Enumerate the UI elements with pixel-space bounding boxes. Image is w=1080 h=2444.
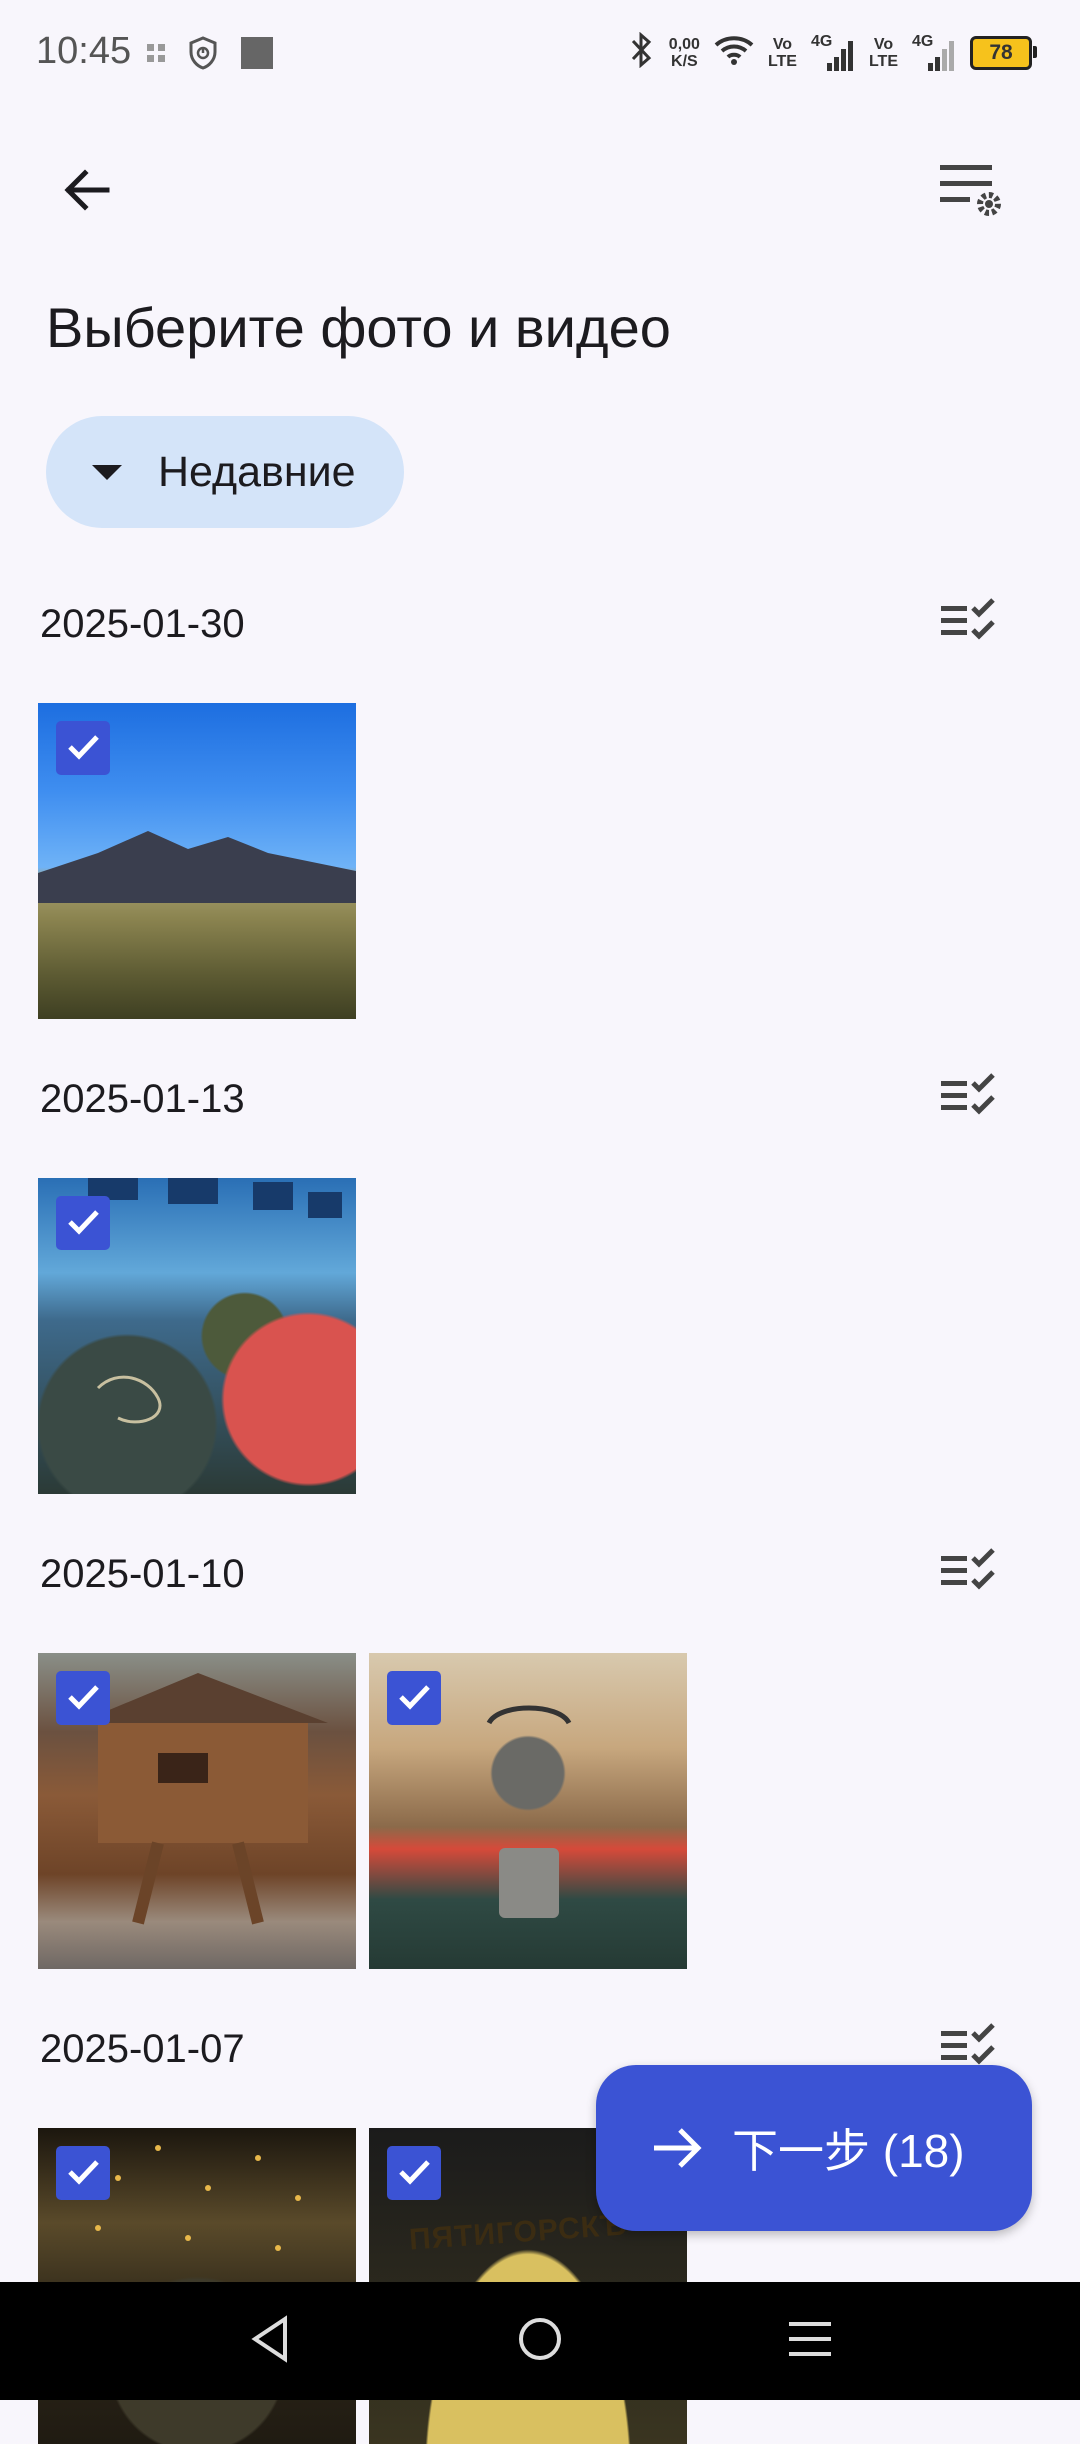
camping-kettle-photo[interactable] [369,1653,687,1969]
arrow-left-icon [59,163,113,222]
date-header: 2025-01-13 [40,1077,245,1121]
album-selector-chip[interactable]: Недавние [46,416,404,528]
photo-checkbox[interactable] [56,2146,110,2200]
menu-icon [787,2316,833,2367]
grid-icon [146,43,166,68]
circle-home-icon [516,2315,564,2368]
sign-text: ПЯТИГОРСКЪ [408,2208,629,2257]
wooden-cabin-photo[interactable] [38,1653,356,1969]
bowling-balls-photo[interactable] [38,1178,356,1494]
page-title: Выберите фото и видео [46,296,671,359]
photo-checkbox[interactable] [56,721,110,775]
filter-settings-button[interactable] [930,150,1014,234]
date-header: 2025-01-07 [40,2027,245,2071]
nav-home-button[interactable] [495,2306,585,2376]
network-speed: 0,00 K/S [668,35,700,70]
checkmark-icon [63,2151,103,2196]
status-bar: 10:45 0,00 K/S Vo LTE 4G Vo LTE 4G 78 [0,0,1080,108]
checklist-icon [939,1072,1001,1124]
list-settings-icon [938,161,1006,224]
checkmark-icon [394,1676,434,1721]
square-icon [240,36,274,75]
signal-icon: 4G [912,33,956,73]
photo-checkbox[interactable] [387,1671,441,1725]
select-all-button[interactable] [930,588,1010,658]
select-all-button[interactable] [930,1538,1010,1608]
volte-indicator-1: Vo LTE [767,35,797,70]
photo-checkbox[interactable] [56,1196,110,1250]
shield-icon [188,36,218,75]
next-step-label: 下一步 (18) [732,2125,965,2177]
battery-level: 78 [989,40,1013,64]
checkmark-icon [63,1201,103,1246]
signal-icon: 4G [811,33,855,73]
back-button[interactable] [44,150,128,234]
arrow-right-icon [650,2123,706,2173]
bluetooth-icon [629,31,655,73]
system-nav-bar [0,2282,1080,2400]
battery-icon: 78 [970,35,1037,70]
photo-checkbox[interactable] [56,1671,110,1725]
date-header: 2025-01-10 [40,1552,245,1596]
date-header: 2025-01-30 [40,602,245,646]
checklist-icon [939,1547,1001,1599]
checklist-icon [939,597,1001,649]
album-selector-label: Недавние [158,447,356,496]
checkmark-icon [394,2151,434,2196]
nav-recents-button[interactable] [765,2306,855,2376]
checkmark-icon [63,1676,103,1721]
status-time: 10:45 [36,30,132,72]
nav-back-button[interactable] [225,2306,315,2376]
mountains-photo[interactable] [38,703,356,1019]
select-all-button[interactable] [930,1063,1010,1133]
triangle-back-icon [247,2314,293,2369]
volte-indicator-2: Vo LTE [868,35,898,70]
photo-checkbox[interactable] [387,2146,441,2200]
caret-down-icon [92,464,122,480]
next-step-button[interactable]: 下一步 (18) [596,2065,1032,2231]
wifi-icon [714,34,754,71]
checkmark-icon [63,726,103,771]
